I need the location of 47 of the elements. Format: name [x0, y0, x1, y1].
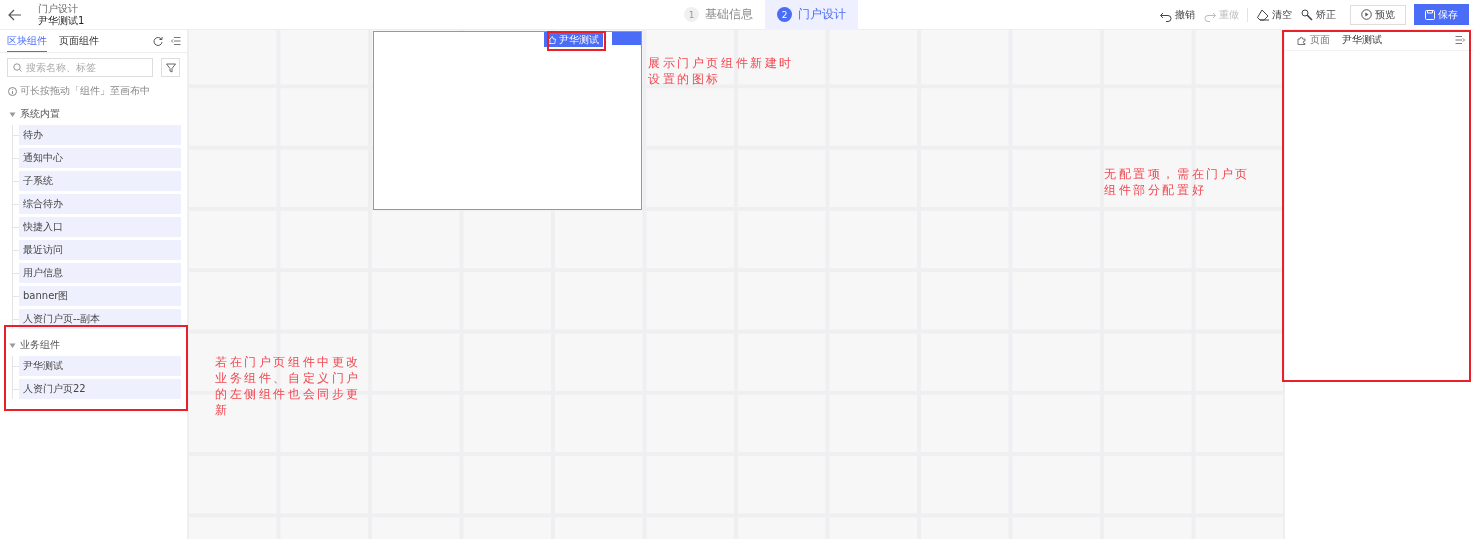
- component-item[interactable]: 用户信息: [19, 263, 181, 283]
- tree-group[interactable]: 系统内置: [0, 98, 187, 125]
- preview-button[interactable]: 预览: [1350, 4, 1406, 25]
- save-icon: [1425, 9, 1435, 20]
- component-item[interactable]: 人资门户页22: [19, 379, 181, 399]
- component-item[interactable]: 综合待办: [19, 194, 181, 214]
- expand-panel-icon[interactable]: [1455, 35, 1465, 45]
- play-icon: [1361, 9, 1372, 20]
- annotation-note: 无配置项，需在门户页组件部分配置好: [1104, 166, 1251, 198]
- filter-button[interactable]: [161, 58, 180, 77]
- info-icon: [8, 86, 17, 96]
- hint-text: 可长按拖动「组件」至画布中: [20, 84, 150, 98]
- search-icon: [13, 63, 22, 72]
- annotation-note: 展示门户页组件新建时设置的图标: [648, 55, 795, 87]
- step-tab[interactable]: 1 基础信息: [672, 0, 765, 30]
- portal-widget[interactable]: 尹华测试: [373, 31, 642, 210]
- component-item[interactable]: 最近访问: [19, 240, 181, 260]
- panel-tab[interactable]: 页面: [1297, 33, 1330, 47]
- highlight-frame: [547, 31, 606, 51]
- component-item[interactable]: 尹华测试: [19, 356, 181, 376]
- collapse-panel-icon[interactable]: [171, 36, 181, 46]
- component-item[interactable]: 待办: [19, 125, 181, 145]
- annotation-note: 若在门户页组件中更改业务组件、自定义门户的左侧组件也会同步更新: [215, 354, 362, 418]
- search-field[interactable]: 搜索名称、标签: [7, 58, 153, 77]
- step-tab[interactable]: 2 门户设计: [765, 0, 858, 30]
- component-item[interactable]: 子系统: [19, 171, 181, 191]
- refresh-icon[interactable]: [153, 36, 163, 46]
- component-item[interactable]: 人资门户页--副本: [19, 309, 181, 329]
- eraser-icon: [1256, 7, 1270, 22]
- panel-tab[interactable]: 区块组件: [7, 30, 47, 52]
- breadcrumb-text: 门户设计: [38, 2, 79, 15]
- component-item[interactable]: banner图: [19, 286, 181, 306]
- step-number: 1: [684, 7, 699, 22]
- tree-group[interactable]: 业务组件: [0, 329, 187, 356]
- component-item[interactable]: 通知中心: [19, 148, 181, 168]
- back-arrow-icon[interactable]: [8, 8, 22, 21]
- component-item[interactable]: 快捷入口: [19, 217, 181, 237]
- toolbar-button[interactable]: 撤销: [1159, 7, 1195, 22]
- toolbar-button[interactable]: 清空: [1256, 7, 1292, 22]
- filter-icon: [165, 62, 176, 73]
- panel-tab[interactable]: 尹华测试: [1342, 33, 1382, 47]
- save-button[interactable]: 保存: [1414, 4, 1469, 25]
- step-number: 2: [777, 7, 792, 22]
- toolbar-button[interactable]: 矫正: [1300, 7, 1336, 22]
- page-title: 尹华测试1: [38, 14, 85, 27]
- panel-tab[interactable]: 页面组件: [59, 30, 99, 52]
- widget-toolbar: [612, 32, 641, 45]
